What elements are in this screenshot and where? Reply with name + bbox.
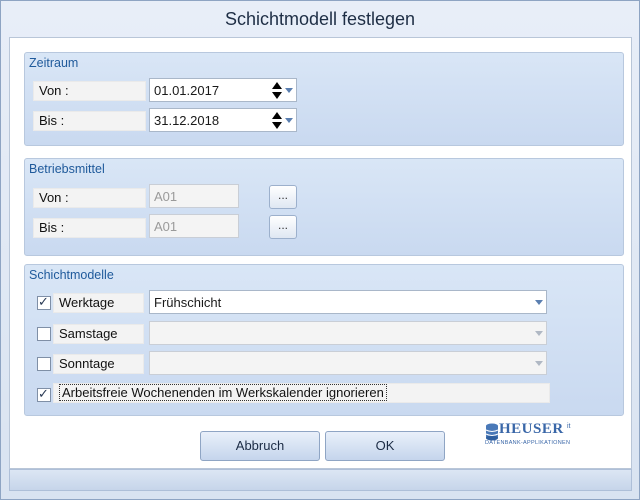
sonntage-checkbox[interactable] [37,357,51,371]
date-from-spinner[interactable] [272,81,282,101]
samstage-shift-select [149,321,547,345]
date-to-spinner[interactable] [272,111,282,131]
logo-suffix: it [567,423,571,430]
date-from-dropdown-icon[interactable] [285,88,293,93]
group-title-zeitraum: Zeitraum [29,56,79,70]
sonntage-dropdown-icon [535,361,543,366]
window-title: Schichtmodell festlegen [224,9,416,29]
label-zeitraum-bis: Bis : [33,111,146,131]
resource-from-field: A01 [149,184,239,208]
label-betriebsmittel-von: Von : [33,188,146,208]
cancel-button[interactable]: Abbruch [200,431,320,461]
resource-to-field: A01 [149,214,239,238]
date-to-value: 31.12.2018 [154,113,220,128]
spin-down-icon[interactable] [272,92,282,99]
samstage-dropdown-icon [535,331,543,336]
status-bar [9,469,632,491]
label-zeitraum-von: Von : [33,81,146,101]
group-betriebsmittel: Betriebsmittel Von : A01 ... Bis : A01 .… [24,158,624,256]
werktage-shift-value: Frühschicht [154,295,222,310]
label-werktage: Werktage [53,293,144,313]
ignore-weekends-text: Arbeitsfreie Wochenenden im Werkskalende… [59,384,387,401]
label-betriebsmittel-bis: Bis : [33,218,146,238]
spin-up-icon[interactable] [272,82,282,89]
date-to-field[interactable]: 31.12.2018 [149,108,297,132]
samstage-checkbox[interactable] [37,327,51,341]
group-title-schichtmodelle: Schichtmodelle [29,268,114,282]
ok-button[interactable]: OK [325,431,445,461]
spin-up-icon[interactable] [272,112,282,119]
group-title-betriebsmittel: Betriebsmittel [29,162,105,176]
date-from-field[interactable]: 01.01.2017 [149,78,297,102]
group-schichtmodelle: Schichtmodelle Werktage Frühschicht Sams… [24,264,624,416]
heuser-logo: HEUSER it DATENBANK-APPLIKATIONEN [485,421,575,449]
logo-brand: HEUSER [499,421,564,437]
sonntage-shift-select [149,351,547,375]
label-samstage: Samstage [53,324,144,344]
werktage-dropdown-icon[interactable] [535,300,543,305]
group-zeitraum: Zeitraum Von : 01.01.2017 Bis : 31.12.20… [24,52,624,146]
werktage-shift-select[interactable]: Frühschicht [149,290,547,314]
label-ignore-weekends[interactable]: Arbeitsfreie Wochenenden im Werkskalende… [53,383,550,403]
dialog-body: Zeitraum Von : 01.01.2017 Bis : 31.12.20… [9,37,632,469]
label-sonntage: Sonntage [53,354,144,374]
resource-to-browse-button[interactable]: ... [269,215,297,239]
logo-tagline: DATENBANK-APPLIKATIONEN [485,440,571,446]
resource-from-browse-button[interactable]: ... [269,185,297,209]
date-to-dropdown-icon[interactable] [285,118,293,123]
ignore-weekends-checkbox[interactable] [37,386,51,402]
spin-down-icon[interactable] [272,122,282,129]
date-from-value: 01.01.2017 [154,83,220,98]
werktage-checkbox[interactable] [37,294,51,310]
dialog-window: Schichtmodell festlegen Zeitraum Von : 0… [0,0,640,500]
